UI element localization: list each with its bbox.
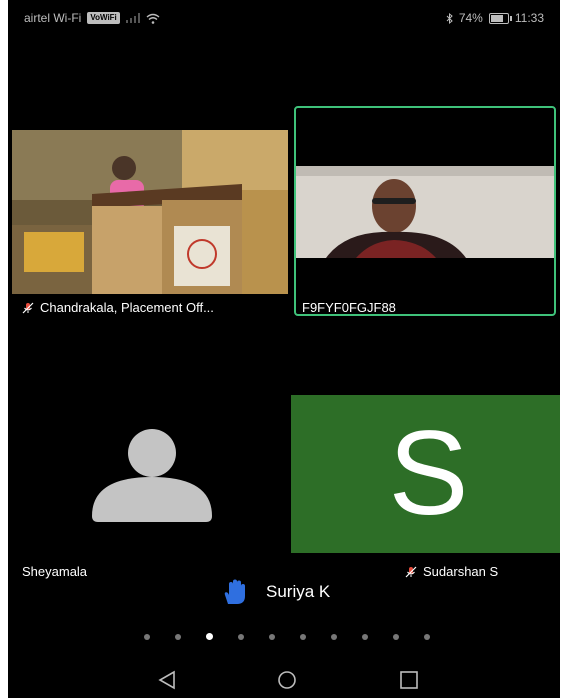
participant-tile-1[interactable] [12, 130, 288, 294]
page-dot[interactable] [300, 633, 306, 640]
mic-muted-icon [405, 566, 417, 577]
page-dot[interactable] [269, 633, 275, 640]
page-indicator[interactable] [144, 633, 430, 640]
bluetooth-icon [446, 12, 453, 24]
mic-muted-icon [22, 302, 34, 313]
wifi-calling-badge: VoWiFi [87, 12, 120, 24]
raised-hand-icon [224, 579, 245, 604]
participant-label-1: Chandrakala, Placement Off... [22, 300, 214, 315]
recents-icon[interactable] [398, 670, 420, 690]
signal-icon [125, 13, 140, 23]
page-dot[interactable] [362, 633, 368, 640]
page-dot[interactable] [144, 633, 150, 640]
raised-hand-row[interactable]: Suriya K [220, 578, 330, 606]
wifi-icon [146, 13, 160, 24]
participant-name: Sudarshan S [423, 564, 499, 579]
video-frame [296, 166, 554, 258]
status-bar: airtel Wi-Fi VoWiFi 74% 11:33 [8, 0, 560, 36]
battery-fill [490, 14, 503, 22]
battery-percent: 74% [458, 11, 483, 25]
participant-name: Chandrakala, Placement Off... [40, 300, 214, 315]
participant-tile-4[interactable]: S [291, 395, 560, 553]
participant-initial: S [388, 406, 469, 540]
participant-name: F9FYF0FGJF88 [302, 300, 396, 315]
home-icon[interactable] [276, 670, 298, 690]
status-right: 74% 11:33 [446, 11, 544, 25]
participant-video-2 [296, 166, 554, 258]
page-dot[interactable] [424, 633, 430, 640]
carrier-name: airtel Wi-Fi [24, 11, 82, 25]
navigation-bar [8, 662, 560, 698]
participant-label-4: Sudarshan S [405, 564, 498, 579]
battery-icon [488, 12, 512, 24]
page-dot[interactable] [175, 633, 181, 640]
participant-label-3: Sheyamala [22, 564, 87, 579]
page-dot[interactable] [331, 633, 337, 640]
meeting-window: airtel Wi-Fi VoWiFi 74% 11:33 Chandrakal… [8, 0, 560, 698]
participant-tile-2-active-speaker[interactable] [294, 106, 556, 316]
page-dot[interactable] [238, 633, 244, 640]
participant-tile-3[interactable] [12, 395, 288, 553]
status-left: airtel Wi-Fi VoWiFi [24, 11, 160, 25]
page-dot[interactable] [393, 633, 399, 640]
clock: 11:33 [514, 11, 544, 25]
screen: airtel Wi-Fi VoWiFi 74% 11:33 Chandrakal… [0, 0, 566, 698]
participant-video-1 [12, 130, 288, 294]
participant-label-2: F9FYF0FGJF88 [302, 300, 396, 315]
back-icon[interactable] [156, 670, 178, 690]
raised-hand-name: Suriya K [266, 582, 331, 601]
default-avatar-icon [92, 429, 212, 522]
page-dot[interactable] [206, 633, 213, 640]
participant-name: Sheyamala [22, 564, 88, 579]
